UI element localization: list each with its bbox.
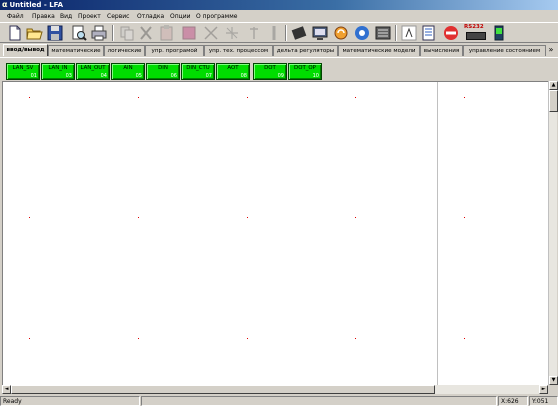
- grid-dot: [29, 338, 30, 339]
- tab-math-models[interactable]: математические модели: [338, 45, 420, 56]
- wire-icon[interactable]: [265, 24, 283, 42]
- component-ain[interactable]: AIN 05: [111, 63, 145, 80]
- copy-icon[interactable]: [118, 24, 136, 42]
- component-dot[interactable]: DOT 09: [253, 63, 287, 80]
- scroll-up-button[interactable]: ▲: [549, 81, 558, 90]
- scissors-icon[interactable]: [223, 24, 241, 42]
- component-din[interactable]: DIN 06: [146, 63, 180, 80]
- menu-debug[interactable]: Отладка: [137, 11, 164, 22]
- component-dot-op[interactable]: DOT_OP 10: [288, 63, 322, 80]
- refresh-icon[interactable]: [332, 24, 350, 42]
- cut-icon[interactable]: [137, 24, 155, 42]
- pin-icon[interactable]: [245, 24, 263, 42]
- app-logo-icon: α: [2, 0, 8, 9]
- save-disk-icon[interactable]: [46, 24, 64, 42]
- grid-dot: [247, 338, 248, 339]
- delete-icon[interactable]: [180, 24, 198, 42]
- menu-view[interactable]: Вид: [60, 11, 72, 22]
- tab-state-control[interactable]: управление состоянием: [463, 45, 546, 56]
- menu-service[interactable]: Сервис: [107, 11, 129, 22]
- tab-math[interactable]: математические: [48, 45, 104, 56]
- tab-logic[interactable]: логические: [104, 45, 145, 56]
- grid-dot: [355, 217, 356, 218]
- status-y-coordinate: Y:051: [529, 396, 558, 406]
- menu-options[interactable]: Опции: [170, 11, 191, 22]
- gear-icon[interactable]: [353, 24, 371, 42]
- menu-project[interactable]: Проект: [78, 11, 101, 22]
- grid-dot: [464, 338, 465, 339]
- component-tabs: ввод/вывод математические логические упр…: [0, 44, 558, 56]
- page-boundary-line: [437, 82, 438, 385]
- new-file-icon[interactable]: [6, 24, 24, 42]
- horizontal-scroll-thumb[interactable]: [11, 385, 435, 394]
- menu-edit[interactable]: Правка: [32, 11, 55, 22]
- line-tool-icon[interactable]: [202, 24, 220, 42]
- open-folder-icon[interactable]: [25, 24, 43, 42]
- vertical-scroll-thumb[interactable]: [549, 90, 558, 112]
- rs232-icon[interactable]: RS232: [464, 24, 488, 42]
- component-lan-out[interactable]: LAN_OUT 04: [76, 63, 110, 80]
- paste-icon[interactable]: [158, 24, 176, 42]
- design-canvas[interactable]: [2, 81, 548, 385]
- print-preview-icon[interactable]: [70, 24, 88, 42]
- scroll-left-button[interactable]: ◄: [2, 385, 11, 394]
- title-bar: α Untitled - LFA: [0, 0, 558, 10]
- grid-dot: [138, 217, 139, 218]
- grid-dot: [464, 97, 465, 98]
- globe-icon[interactable]: [400, 24, 418, 42]
- notes-icon[interactable]: [420, 24, 438, 42]
- grid-dot: [29, 97, 30, 98]
- component-lan-in[interactable]: LAN_IN 03: [41, 63, 75, 80]
- status-bar: Ready X:626 Y:051: [0, 395, 558, 406]
- chip-icon[interactable]: [290, 24, 308, 42]
- component-din-ctu[interactable]: DIN_CTU 07: [181, 63, 215, 80]
- print-icon[interactable]: [90, 24, 108, 42]
- window-title: Untitled - LFA: [9, 1, 64, 9]
- grid-dot: [29, 217, 30, 218]
- grid-dot: [464, 217, 465, 218]
- scroll-right-button[interactable]: ►: [539, 385, 548, 394]
- grid-dot: [138, 338, 139, 339]
- no-entry-icon[interactable]: [442, 24, 460, 42]
- menu-file[interactable]: Файл: [7, 11, 24, 22]
- vertical-scrollbar[interactable]: ▲ ▼: [548, 81, 558, 385]
- battery-icon[interactable]: [490, 24, 508, 42]
- tab-io[interactable]: ввод/вывод: [3, 44, 48, 56]
- grid-dot: [355, 338, 356, 339]
- status-x-coordinate: X:626: [498, 396, 528, 406]
- grid-dot: [247, 97, 248, 98]
- grid-dot: [247, 217, 248, 218]
- menu-bar: Файл Правка Вид Проект Сервис Отладка Оп…: [0, 11, 558, 22]
- tabs-more-button[interactable]: »: [546, 44, 556, 56]
- toolbar: RS232: [0, 22, 558, 43]
- status-panel: [141, 396, 497, 406]
- status-text: Ready: [0, 396, 140, 406]
- tab-program-control[interactable]: упр. програмой: [145, 45, 204, 56]
- component-aot[interactable]: AOT 08: [216, 63, 250, 80]
- monitor-icon[interactable]: [311, 24, 329, 42]
- tab-delta-regulators[interactable]: дельта регуляторы: [273, 45, 338, 56]
- grid-dot: [138, 97, 139, 98]
- tab-calculations[interactable]: вычисления: [420, 45, 463, 56]
- component-lan-sv[interactable]: LAN_SV 01: [6, 63, 40, 80]
- scroll-down-button[interactable]: ▼: [549, 376, 558, 385]
- menu-about[interactable]: О программе: [196, 11, 237, 22]
- tab-process-control[interactable]: упр. тех. процессом: [204, 45, 273, 56]
- grid-dot: [355, 97, 356, 98]
- document-icon[interactable]: [374, 24, 392, 42]
- component-palette: LAN_SV 01 LAN_IN 03 LAN_OUT 04 AIN 05 DIN 06 …: [0, 57, 558, 80]
- horizontal-scrollbar[interactable]: ◄ ►: [2, 385, 548, 394]
